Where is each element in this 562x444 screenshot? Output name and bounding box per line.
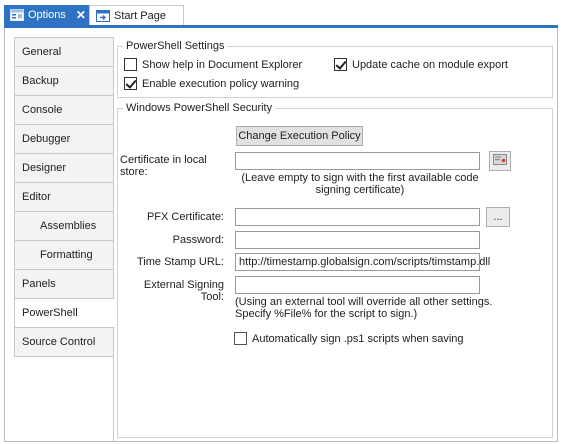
tab-start-page-label: Start Page (114, 9, 166, 22)
start-page-icon (96, 9, 110, 22)
group-title: Windows PowerShell Security (123, 102, 276, 114)
external-signing-tool-field[interactable] (235, 276, 480, 294)
certificate-note: (Leave empty to sign with the first avai… (241, 172, 479, 196)
checkbox-box (334, 58, 347, 71)
checkbox-label: Update cache on module export (352, 58, 508, 71)
checkbox-label: Automatically sign .ps1 scripts when sav… (252, 332, 464, 345)
pfx-certificate-field[interactable] (235, 208, 480, 226)
checkbox-label: Enable execution policy warning (142, 77, 300, 90)
tab-options[interactable]: Options ✕ (4, 5, 89, 25)
checkbox-box (124, 58, 137, 71)
checkbox-box (234, 332, 247, 345)
browse-button[interactable]: ... (486, 207, 510, 227)
certificate-icon (493, 154, 507, 168)
auto-sign-checkbox[interactable]: Automatically sign .ps1 scripts when sav… (234, 332, 464, 345)
button-label: ... (493, 211, 503, 223)
nav-item-label: Editor (22, 191, 51, 203)
show-help-checkbox[interactable]: Show help in Document Explorer (124, 58, 302, 71)
nav-item-label: Designer (22, 162, 67, 174)
nav-item-label: Source Control (22, 336, 96, 348)
nav-item-label: Console (22, 104, 63, 116)
update-cache-checkbox[interactable]: Update cache on module export (334, 58, 508, 71)
nav-item-debugger[interactable]: Debugger (14, 124, 114, 154)
nav-item-general[interactable]: General (14, 37, 114, 67)
nav-item-editor[interactable]: Editor (14, 182, 114, 212)
pfx-certificate-label: PFX Certificate: (146, 211, 224, 223)
nav-item-assemblies[interactable]: Assemblies (14, 211, 114, 241)
nav-item-label: Backup (22, 75, 59, 87)
nav-item-designer[interactable]: Designer (14, 153, 114, 183)
nav-item-label: Assemblies (40, 220, 97, 232)
password-field[interactable] (235, 231, 480, 249)
tab-options-label: Options (28, 9, 66, 21)
group-title: PowerShell Settings (123, 40, 228, 52)
nav-item-console[interactable]: Console (14, 95, 114, 125)
timestamp-url-field[interactable]: http://timestamp.globalsign.com/scripts/… (235, 253, 490, 271)
nav-item-formatting[interactable]: Formatting (14, 240, 114, 270)
checkbox-label: Show help in Document Explorer (142, 58, 303, 71)
nav-item-powershell[interactable]: PowerShell (14, 298, 115, 328)
options-window-icon (10, 9, 24, 21)
external-tool-note: (Using an external tool will override al… (235, 296, 515, 320)
tab-start-page[interactable]: Start Page (89, 5, 184, 25)
external-tool-note-line2: Specify %File% for the script to sign.) (235, 308, 418, 320)
nav-item-backup[interactable]: Backup (14, 66, 114, 96)
options-nav: General Backup Console Debugger Designer… (14, 37, 115, 357)
change-execution-policy-button[interactable]: Change Execution Policy (236, 126, 363, 146)
nav-item-label: Panels (22, 278, 56, 290)
certificate-label: Certificate in local store: (120, 154, 207, 178)
external-tool-note-line1: (Using an external tool will override al… (235, 296, 493, 308)
powershell-settings-group: PowerShell Settings (117, 40, 553, 98)
nav-item-panels[interactable]: Panels (14, 269, 114, 299)
certificate-field[interactable] (235, 152, 480, 170)
document-tab-strip: Options ✕ Start Page (0, 0, 562, 29)
checkbox-box (124, 77, 137, 90)
button-label: Change Execution Policy (238, 130, 361, 142)
nav-item-label: Formatting (40, 249, 93, 261)
timestamp-url-label: Time Stamp URL: (136, 256, 224, 268)
nav-item-label: General (22, 46, 62, 58)
nav-item-label: Debugger (22, 133, 71, 145)
powershell-settings-page: PowerShell Settings Show help in Documen… (114, 38, 558, 441)
password-label: Password: (172, 234, 224, 246)
external-signing-tool-label: External Signing Tool: (143, 279, 224, 303)
certificate-picker-button[interactable] (489, 151, 511, 171)
nav-item-label: PowerShell (22, 307, 78, 319)
exec-policy-warning-checkbox[interactable]: Enable execution policy warning (124, 77, 299, 90)
close-icon[interactable]: ✕ (76, 8, 86, 22)
nav-item-source-control[interactable]: Source Control (14, 327, 114, 357)
